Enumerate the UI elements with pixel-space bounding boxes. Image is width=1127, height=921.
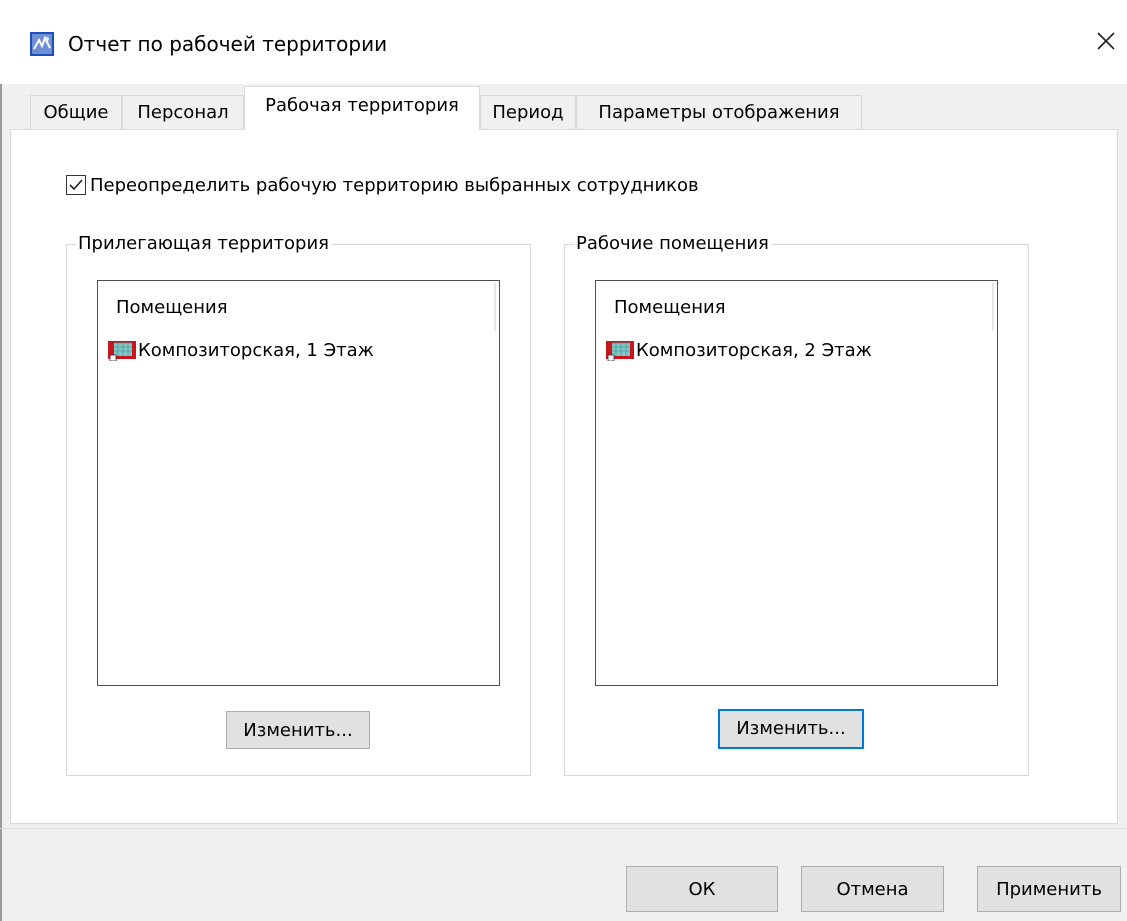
tab-general[interactable]: Общие: [30, 95, 122, 129]
close-button[interactable]: [1086, 18, 1126, 64]
column-separator: [992, 283, 994, 331]
tab-personnel[interactable]: Персонал: [122, 95, 244, 129]
adjacent-change-button[interactable]: Изменить...: [226, 711, 370, 749]
app-report-icon: [30, 32, 54, 56]
adjacent-rooms-list[interactable]: Помещения Композиторская, 1 Этаж: [97, 280, 500, 686]
adjacent-territory-legend: Прилегающая территория: [76, 233, 331, 255]
override-label: Переопределить рабочую территорию выбран…: [90, 174, 699, 196]
work-rooms-legend: Рабочие помещения: [574, 233, 771, 255]
room-icon: [606, 341, 634, 361]
work-rooms-header[interactable]: Помещения: [614, 297, 726, 318]
list-item[interactable]: Композиторская, 1 Этаж: [108, 339, 374, 361]
room-name: Композиторская, 1 Этаж: [138, 339, 374, 361]
work-rooms-list[interactable]: Помещения Композиторская, 2 Этаж: [595, 280, 998, 686]
work-rooms-change-button[interactable]: Изменить...: [718, 709, 864, 749]
tab-display-params[interactable]: Параметры отображения: [576, 95, 862, 129]
title-bar: Отчет по рабочей территории: [0, 0, 1127, 84]
list-item[interactable]: Композиторская, 2 Этаж: [606, 339, 872, 361]
room-name: Композиторская, 2 Этаж: [636, 339, 872, 361]
adjacent-rooms-header[interactable]: Помещения: [116, 297, 228, 318]
footer-separator: [0, 828, 1127, 829]
close-icon: [1097, 32, 1115, 50]
tab-work-territory[interactable]: Рабочая территория: [244, 86, 480, 130]
apply-button[interactable]: Применить: [977, 866, 1121, 912]
window-title: Отчет по рабочей территории: [68, 32, 388, 56]
column-separator: [494, 283, 496, 331]
override-territory-option[interactable]: Переопределить рабочую территорию выбран…: [66, 172, 699, 198]
room-icon: [108, 341, 136, 361]
checkmark-icon: [69, 179, 83, 191]
window-left-edge: [0, 0, 2, 921]
ok-button[interactable]: ОК: [626, 866, 778, 912]
tab-period[interactable]: Период: [480, 95, 576, 129]
override-checkbox[interactable]: [66, 175, 86, 195]
cancel-button[interactable]: Отмена: [801, 866, 944, 912]
